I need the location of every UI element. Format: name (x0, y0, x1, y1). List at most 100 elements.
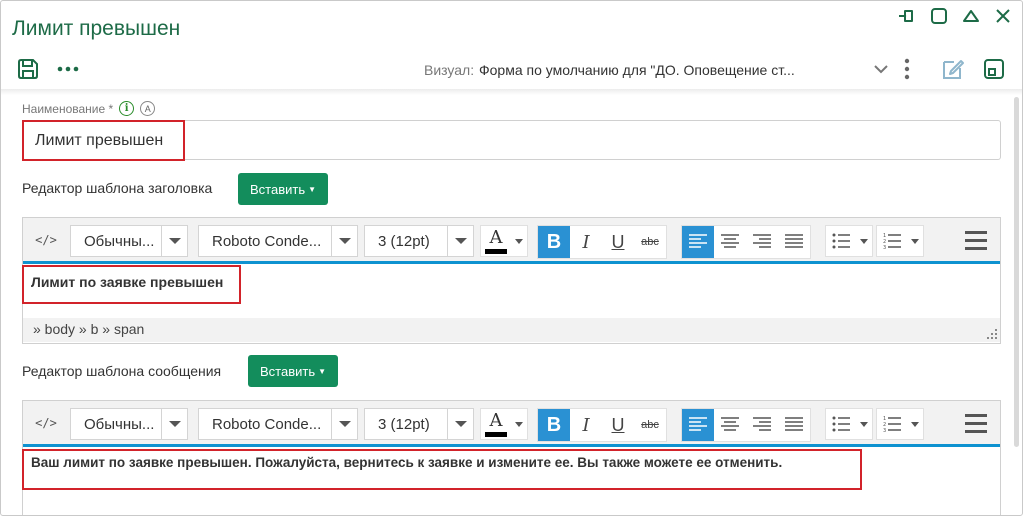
window-title: Лимит превышен (12, 17, 181, 40)
menu-icon[interactable] (961, 408, 991, 438)
menu-icon[interactable] (961, 225, 991, 255)
scrollbar[interactable] (1014, 97, 1019, 447)
pin-icon[interactable] (898, 7, 916, 25)
header-insert-button[interactable]: Вставить ▼ (238, 173, 329, 205)
more-horizontal-icon[interactable] (56, 58, 80, 80)
font-family-select[interactable]: Roboto Conde... (198, 225, 358, 257)
paragraph-style-value: Обычны... (84, 232, 155, 250)
italic-button[interactable]: I (570, 409, 602, 441)
numbered-list-icon: 123 (877, 409, 907, 439)
editor-content[interactable]: Лимит по заявке превышен (23, 264, 1000, 318)
save-icon[interactable] (17, 58, 39, 80)
bullet-list-button[interactable] (825, 225, 873, 257)
element-path: » body » b » span (33, 321, 145, 337)
dropdown-arrow-icon (907, 238, 923, 244)
name-field-label: Наименование * i A (22, 101, 156, 116)
chevron-down-icon[interactable] (873, 61, 889, 77)
caret-down-icon: ▼ (308, 184, 317, 194)
font-size-value: 3 (12pt) (378, 415, 430, 433)
align-justify-icon[interactable] (778, 226, 810, 258)
layout-icon[interactable] (983, 58, 1005, 80)
paragraph-style-select[interactable]: Обычны... (70, 225, 188, 257)
edit-icon[interactable] (941, 57, 965, 81)
dropdown-arrow-icon (511, 421, 527, 427)
font-family-select[interactable]: Roboto Conde... (198, 408, 358, 440)
bullet-list-icon (826, 226, 856, 256)
bold-button[interactable]: B (538, 409, 570, 441)
source-code-button[interactable]: </> (31, 225, 61, 255)
align-left-icon[interactable] (682, 409, 714, 441)
align-right-icon[interactable] (746, 226, 778, 258)
font-family-value: Roboto Conde... (212, 232, 322, 250)
close-icon[interactable] (994, 7, 1012, 25)
numbered-list-icon: 123 (877, 226, 907, 256)
align-justify-icon[interactable] (778, 409, 810, 441)
font-size-select[interactable]: 3 (12pt) (364, 408, 474, 440)
align-left-icon[interactable] (682, 226, 714, 258)
dropdown-arrow-icon (331, 409, 357, 439)
header-content-text: Лимит по заявке превышен (31, 274, 224, 290)
insert-button-label: Вставить (250, 181, 306, 197)
maximize-icon[interactable] (930, 7, 948, 25)
editor-toolbar: </> Обычны... Roboto Conde... 3 (12pt) A… (23, 401, 1000, 447)
align-right-icon[interactable] (746, 409, 778, 441)
align-group (681, 225, 811, 259)
strikethrough-button[interactable]: abc (634, 409, 666, 441)
font-size-value: 3 (12pt) (378, 232, 430, 250)
visual-label: Визуал: (424, 62, 475, 78)
message-template-label: Редактор шаблона сообщения (22, 363, 222, 379)
visual-select[interactable]: Форма по умолчанию для "ДО. Оповещение с… (479, 62, 864, 78)
font-color-icon: A (481, 225, 511, 257)
font-size-select[interactable]: 3 (12pt) (364, 225, 474, 257)
underline-button[interactable]: U (602, 226, 634, 258)
numbered-list-button[interactable]: 123 (876, 225, 924, 257)
paragraph-style-select[interactable]: Обычны... (70, 408, 188, 440)
align-center-icon[interactable] (714, 226, 746, 258)
source-code-button[interactable]: </> (31, 408, 61, 438)
name-label-text: Наименование * (22, 101, 114, 116)
dropdown-arrow-icon (907, 421, 923, 427)
font-color-button[interactable]: A (480, 225, 528, 257)
toolbar-shadow (1, 89, 1022, 95)
text-style-group: B I U abc (537, 225, 667, 259)
numbered-list-button[interactable]: 123 (876, 408, 924, 440)
auto-translate-icon[interactable]: A (140, 101, 156, 116)
editor-content[interactable]: Ваш лимит по заявке превышен. Пожалуйста… (23, 447, 1000, 515)
font-family-value: Roboto Conde... (212, 415, 322, 433)
dropdown-arrow-icon (161, 226, 187, 256)
header-editor: </> Обычны... Roboto Conde... 3 (12pt) A… (22, 217, 1001, 344)
kebab-icon[interactable] (899, 58, 915, 80)
dropdown-arrow-icon (161, 409, 187, 439)
font-color-icon: A (481, 408, 511, 440)
caret-down-icon: ▼ (318, 366, 327, 376)
window-controls (898, 7, 1012, 25)
svg-text:3: 3 (883, 245, 886, 250)
font-color-button[interactable]: A (480, 408, 528, 440)
resize-grip-icon[interactable] (987, 329, 997, 339)
collapse-icon[interactable] (962, 7, 980, 25)
svg-text:3: 3 (883, 428, 886, 433)
italic-button[interactable]: I (570, 226, 602, 258)
dropdown-arrow-icon (856, 421, 872, 427)
editor-toolbar: </> Обычны... Roboto Conde... 3 (12pt) A… (23, 218, 1000, 264)
bold-button[interactable]: B (538, 226, 570, 258)
message-editor: </> Обычны... Roboto Conde... 3 (12pt) A… (22, 400, 1001, 515)
paragraph-style-value: Обычны... (84, 415, 155, 433)
strikethrough-button[interactable]: abc (634, 226, 666, 258)
form-toolbar: Визуал: Форма по умолчанию для "ДО. Опов… (1, 53, 1022, 87)
dropdown-arrow-icon (447, 226, 473, 256)
header-template-label: Редактор шаблона заголовка (22, 180, 213, 196)
bullet-list-button[interactable] (825, 408, 873, 440)
dropdown-arrow-icon (331, 226, 357, 256)
dropdown-arrow-icon (856, 238, 872, 244)
bullet-list-icon (826, 409, 856, 439)
info-icon[interactable]: i (119, 101, 135, 116)
editor-statusbar: » body » b » span (23, 318, 1000, 342)
name-input[interactable]: Лимит превышен (22, 120, 1001, 160)
align-center-icon[interactable] (714, 409, 746, 441)
dropdown-arrow-icon (447, 409, 473, 439)
dropdown-arrow-icon (511, 238, 527, 244)
insert-button-label: Вставить (260, 363, 316, 379)
message-insert-button[interactable]: Вставить ▼ (248, 355, 339, 387)
underline-button[interactable]: U (602, 409, 634, 441)
